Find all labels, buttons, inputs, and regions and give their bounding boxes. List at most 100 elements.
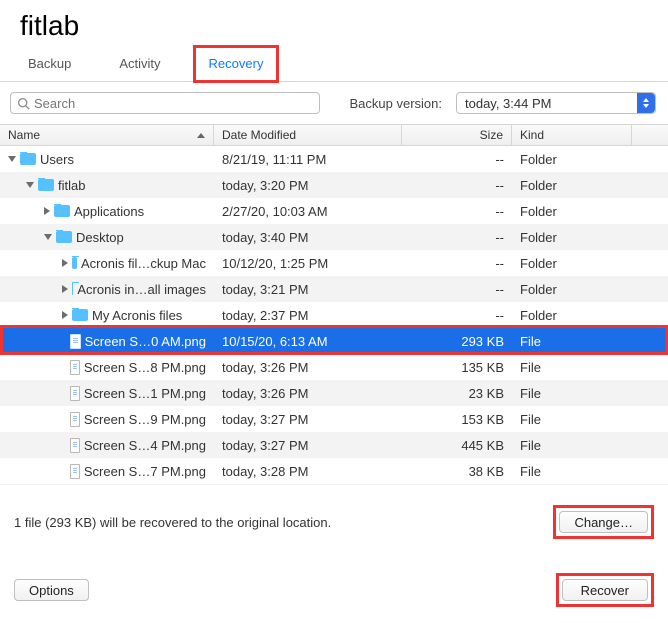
row-name: My Acronis files — [92, 308, 182, 323]
options-button[interactable]: Options — [14, 579, 89, 601]
backup-version-select[interactable]: today, 3:44 PM — [456, 92, 656, 114]
disclosure-right-icon[interactable] — [44, 207, 50, 215]
row-name: Screen S…7 PM.png — [84, 464, 206, 479]
tab-backup[interactable]: Backup — [22, 48, 77, 81]
row-name: Acronis in…all images — [77, 282, 206, 297]
recovery-status-text: 1 file (293 KB) will be recovered to the… — [14, 515, 331, 530]
table-row[interactable]: Screen S…1 PM.png today, 3:26 PM23 KBFile — [0, 380, 668, 406]
disclosure-spacer — [62, 364, 66, 370]
col-name[interactable]: Name — [0, 125, 214, 145]
row-kind: File — [512, 464, 668, 479]
table-row[interactable]: Applications2/27/20, 10:03 AM--Folder — [0, 198, 668, 224]
table-row[interactable]: Screen S…4 PM.pngtoday, 3:27 PM445 KBFil… — [0, 432, 668, 458]
row-date: 2/27/20, 10:03 AM — [214, 204, 402, 219]
col-kind[interactable]: Kind — [512, 125, 632, 145]
col-size[interactable]: Size — [402, 125, 512, 145]
row-kind: Folder — [512, 204, 668, 219]
table-row[interactable]: Screen S…9 PM.pngtoday, 3:27 PM153 KBFil… — [0, 406, 668, 432]
col-date[interactable]: Date Modified — [214, 125, 402, 145]
row-size: -- — [402, 152, 512, 167]
row-kind: File — [512, 386, 668, 401]
row-date: today, 2:37 PM — [214, 308, 402, 323]
row-name: Screen S…1 PM.png — [84, 386, 206, 401]
tab-activity[interactable]: Activity — [113, 48, 166, 81]
app-window: fitlab Backup Activity Recovery Backup ver… — [0, 0, 668, 623]
backup-version-value: today, 3:44 PM — [465, 96, 551, 111]
footer: 1 file (293 KB) will be recovered to the… — [0, 485, 668, 623]
row-size: 293 KB — [402, 334, 512, 349]
row-size: 23 KB — [402, 386, 512, 401]
table-row[interactable]: fitlabtoday, 3:20 PM--Folder — [0, 172, 668, 198]
row-kind: Folder — [512, 308, 668, 323]
page-title: fitlab — [0, 0, 668, 48]
folder-icon — [54, 205, 70, 217]
toolbar: Backup version: today, 3:44 PM — [0, 82, 668, 124]
disclosure-spacer — [62, 442, 66, 448]
table-row[interactable]: Acronis fil…ckup Mac10/12/20, 1:25 PM--F… — [0, 250, 668, 276]
disclosure-right-icon[interactable] — [62, 259, 68, 267]
table-header: Name Date Modified Size Kind — [0, 124, 668, 146]
folder-icon — [72, 257, 77, 269]
file-icon — [70, 412, 80, 427]
row-name: Applications — [74, 204, 144, 219]
folder-icon — [72, 309, 88, 321]
search-input[interactable] — [30, 95, 313, 112]
row-date: 8/21/19, 11:11 PM — [214, 152, 402, 167]
row-kind: File — [512, 412, 668, 427]
table-row[interactable]: Screen S…7 PM.png today, 3:28 PM38 KBFile — [0, 458, 668, 484]
disclosure-down-icon[interactable] — [26, 182, 34, 188]
annotation-highlight: Recover — [556, 573, 654, 607]
table-row[interactable]: Screen S…8 PM.pngtoday, 3:26 PM135 KBFil… — [0, 354, 668, 380]
dropdown-stepper-icon — [637, 93, 655, 113]
folder-icon — [38, 179, 54, 191]
row-size: 153 KB — [402, 412, 512, 427]
tabs: Backup Activity Recovery — [0, 48, 668, 82]
disclosure-down-icon[interactable] — [44, 234, 52, 240]
row-date: today, 3:26 PM — [214, 386, 402, 401]
file-icon — [70, 360, 80, 375]
file-icon — [70, 334, 80, 349]
row-name: Screen S…4 PM.png — [84, 438, 206, 453]
table-row[interactable]: My Acronis files today, 2:37 PM--Folder — [0, 302, 668, 328]
row-date: today, 3:28 PM — [214, 464, 402, 479]
row-date: 10/15/20, 6:13 AM — [214, 334, 402, 349]
row-size: 38 KB — [402, 464, 512, 479]
col-tail — [632, 125, 668, 145]
recover-button[interactable]: Recover — [562, 579, 648, 601]
disclosure-down-icon[interactable] — [8, 156, 16, 162]
folder-icon — [56, 231, 72, 243]
table-row[interactable]: Acronis in…all imagestoday, 3:21 PM--Fol… — [0, 276, 668, 302]
row-size: -- — [402, 178, 512, 193]
disclosure-right-icon[interactable] — [62, 285, 68, 293]
row-date: today, 3:27 PM — [214, 412, 402, 427]
annotation-highlight: Change… — [553, 505, 654, 539]
file-icon — [70, 464, 80, 479]
disclosure-right-icon[interactable] — [62, 311, 68, 319]
disclosure-spacer — [62, 468, 66, 474]
sort-ascending-icon — [197, 133, 205, 138]
row-name: Desktop — [76, 230, 124, 245]
row-name: fitlab — [58, 178, 85, 193]
row-date: today, 3:21 PM — [214, 282, 402, 297]
row-name: Screen S…8 PM.png — [84, 360, 206, 375]
row-date: today, 3:40 PM — [214, 230, 402, 245]
file-icon — [70, 438, 80, 453]
row-kind: File — [512, 334, 668, 349]
col-name-label: Name — [8, 128, 40, 142]
row-kind: File — [512, 360, 668, 375]
row-date: today, 3:26 PM — [214, 360, 402, 375]
row-size: -- — [402, 308, 512, 323]
search-box[interactable] — [10, 92, 320, 114]
row-date: today, 3:27 PM — [214, 438, 402, 453]
tab-recovery[interactable]: Recovery — [203, 48, 270, 81]
row-name: Users — [40, 152, 74, 167]
table-row[interactable]: Screen S…0 AM.png10/15/20, 6:13 AM293 KB… — [0, 328, 668, 354]
search-icon — [17, 97, 30, 110]
backup-version-label: Backup version: — [350, 96, 443, 111]
change-location-button[interactable]: Change… — [559, 511, 648, 533]
row-size: -- — [402, 256, 512, 271]
row-date: 10/12/20, 1:25 PM — [214, 256, 402, 271]
table-row[interactable]: Desktoptoday, 3:40 PM--Folder — [0, 224, 668, 250]
table-row[interactable]: Users8/21/19, 11:11 PM--Folder — [0, 146, 668, 172]
disclosure-spacer — [62, 338, 66, 344]
